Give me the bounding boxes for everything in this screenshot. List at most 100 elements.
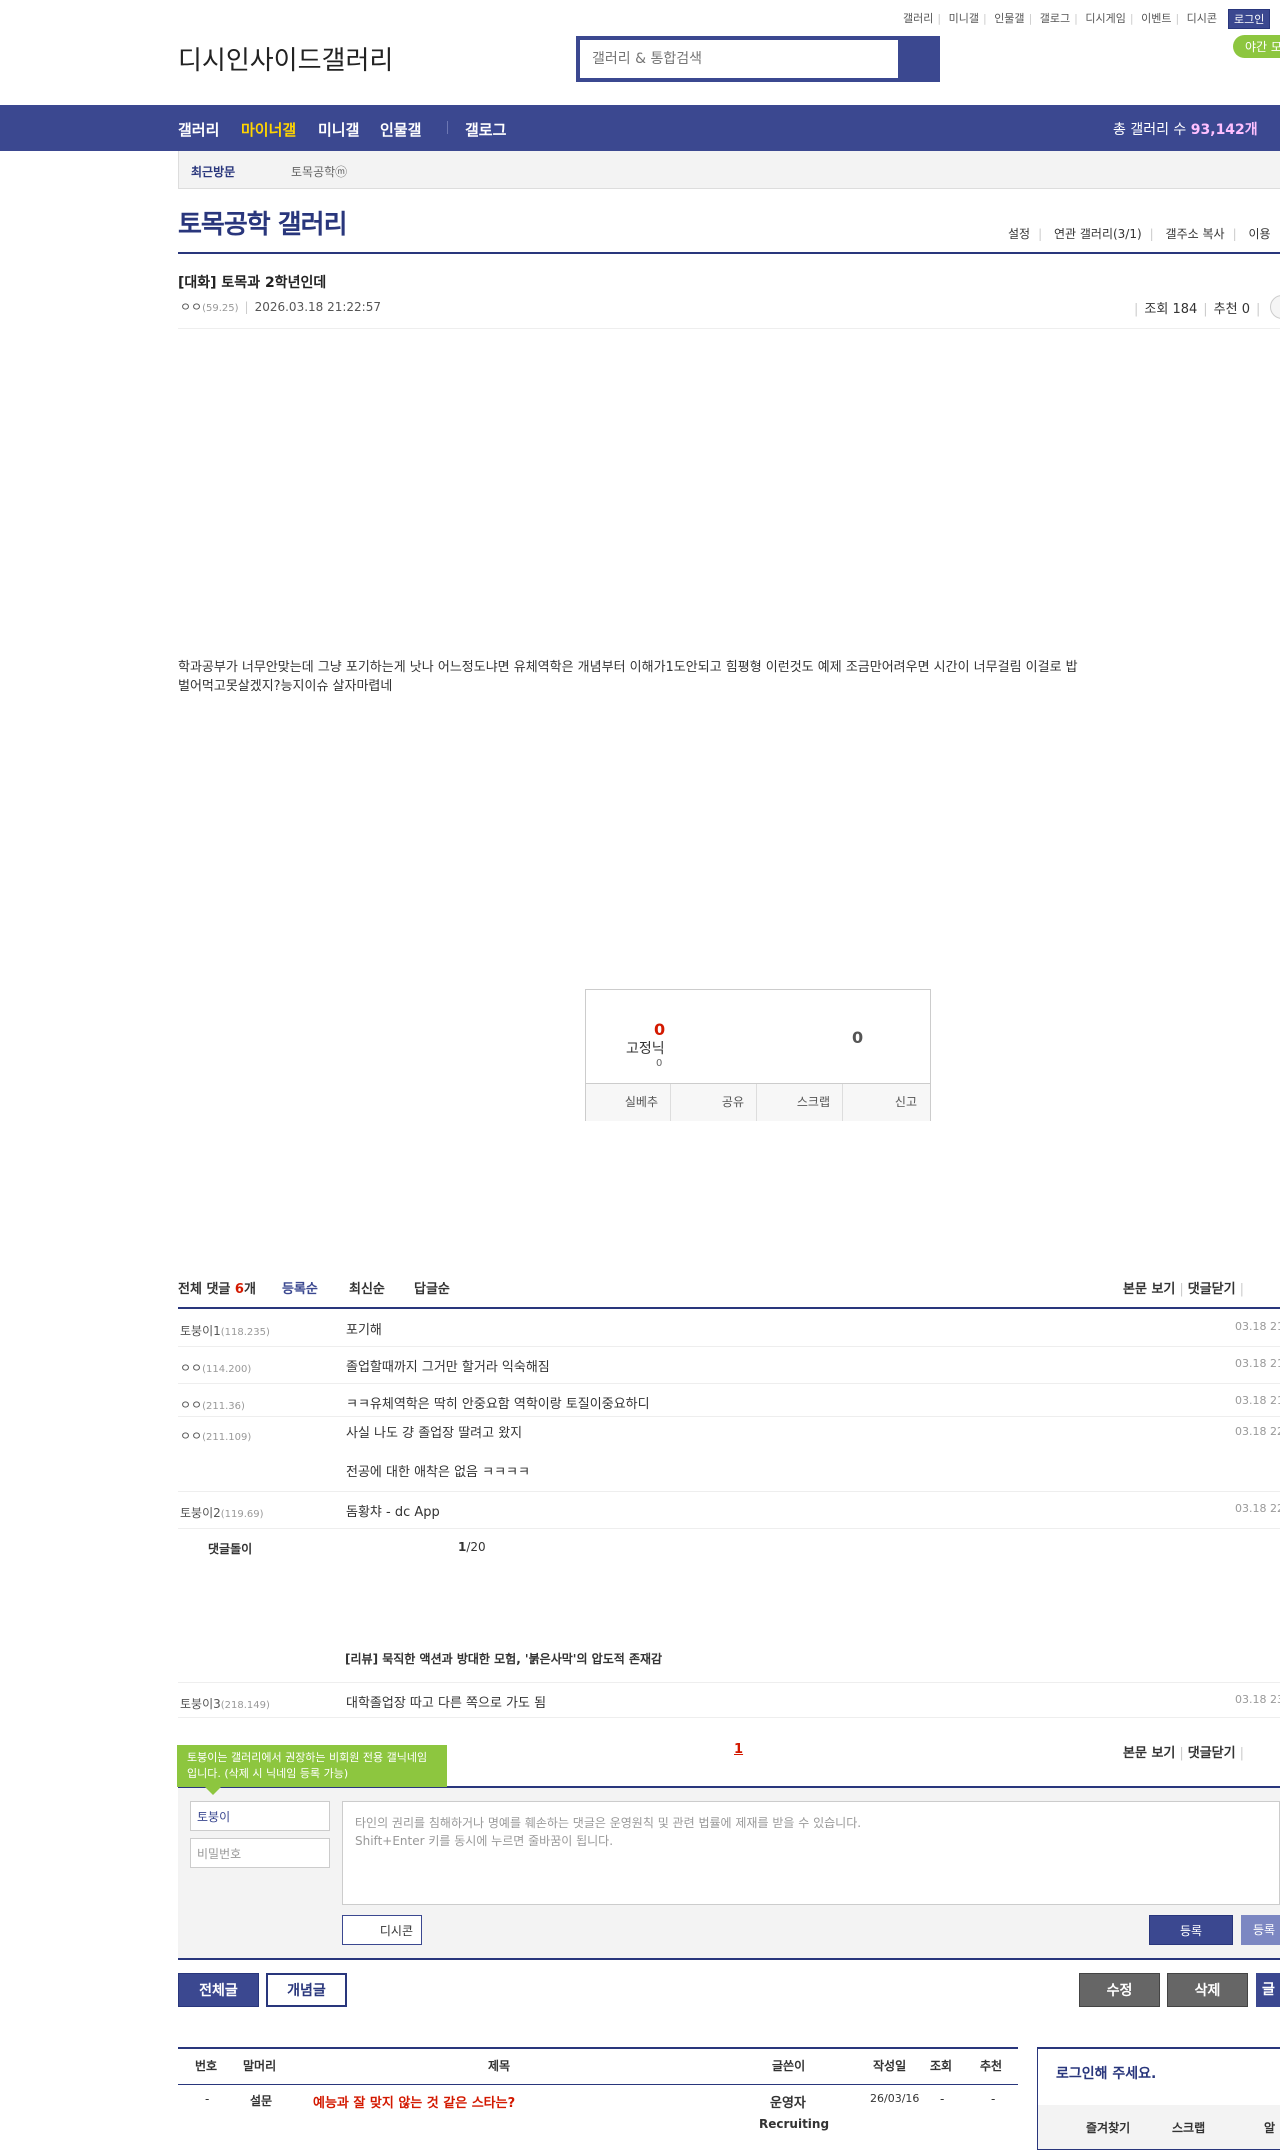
util-gallog-link[interactable]: 갤로그	[1040, 10, 1070, 26]
comment-date: 03.18 21	[1235, 1320, 1280, 1333]
col-views: 조회	[930, 2059, 953, 2073]
view-body-link[interactable]: 본문 보기	[1123, 1746, 1175, 1761]
night-mode-toggle[interactable]: 야간 모	[1233, 35, 1280, 58]
util-event-link[interactable]: 이벤트	[1141, 10, 1171, 26]
comment-nick[interactable]: ㅇㅇ(211.36)	[180, 1396, 245, 1413]
copy-address-link[interactable]: 갤주소 복사	[1166, 227, 1225, 241]
dccon-button[interactable]: 디시콘	[342, 1915, 422, 1945]
comment-header-actions: 본문 보기 | 댓글닫기 |	[1123, 1282, 1244, 1297]
divider	[178, 1958, 1280, 1960]
comment-nick[interactable]: ㅇㅇ(211.109)	[180, 1427, 251, 1444]
login-box-tabs: 즐겨찾기 스크랩 알	[1038, 2105, 1280, 2149]
sort-latest[interactable]: 최신순	[349, 1278, 385, 1297]
sort-registered[interactable]: 등록순	[282, 1278, 318, 1297]
share-button[interactable]: 공유	[672, 1084, 757, 1121]
divider	[178, 328, 1280, 329]
comment-text: 졸업할때까지 그거만 할거라 익숙해짐	[346, 1360, 550, 1375]
divider	[178, 2084, 1018, 2085]
submit-comment-button[interactable]: 등록	[1149, 1915, 1233, 1945]
ad-link[interactable]: [리뷰] 묵직한 액션과 방대한 모험, '붉은사막'의 압도적 존재감	[345, 1650, 662, 1667]
comment-date: 03.18 23	[1235, 1693, 1280, 1706]
nav-minor-gallery[interactable]: 마이너갤	[241, 119, 296, 140]
gallery-menu: 설정 | 연관 갤러리(3/1) | 갤주소 복사 | 이용	[1008, 227, 1271, 241]
util-person-link[interactable]: 인물갤	[994, 10, 1024, 26]
password-field[interactable]: 비밀번호	[190, 1838, 330, 1868]
recent-visit-label: 최근방문	[191, 165, 236, 179]
col-head: 말머리	[243, 2059, 277, 2073]
row-title[interactable]: 예능과 잘 맞지 않는 것 같은 스타는?	[313, 2092, 515, 2111]
col-title: 제목	[488, 2059, 511, 2073]
comment-textarea[interactable]: 타인의 권리를 침해하거나 명예를 훼손하는 댓글은 운영원칙 및 관련 법률에…	[342, 1801, 1280, 1905]
delete-button[interactable]: 삭제	[1167, 1973, 1248, 2007]
gallery-settings-link[interactable]: 설정	[1008, 227, 1030, 241]
comment-text: 돔황챠 - dc App	[346, 1505, 440, 1520]
textarea-placeholder-line1: 타인의 권리를 침해하거나 명예를 훼손하는 댓글은 운영원칙 및 관련 법률에…	[355, 1816, 862, 1830]
post-stats: | 조회 184 | 추천 0 |	[1134, 302, 1261, 317]
post-author[interactable]: ㅇㅇ	[180, 300, 202, 314]
comment-nick[interactable]: 토붕이1(118.235)	[180, 1322, 270, 1339]
scrap-button[interactable]: 스크랩	[758, 1084, 843, 1121]
nick-tooltip: 토붕이는 갤러리에서 권장하는 비회원 전용 갤닉네임입니다. (삭제 시 닉네…	[177, 1745, 447, 1795]
comment-page-1[interactable]: 1	[734, 1742, 743, 1757]
recent-gallery-link[interactable]: 토목공학ⓜ	[291, 163, 347, 180]
row-head: 설문	[250, 2094, 273, 2108]
search-icon[interactable]	[908, 48, 930, 70]
util-dccon-link[interactable]: 디시콘	[1187, 10, 1217, 26]
comment-item: ㅇㅇ(211.109) 사실 나도 걍 졸업장 딸려고 왔지 전공에 대한 애착…	[178, 1417, 1280, 1492]
col-number: 번호	[195, 2059, 218, 2073]
report-button[interactable]: 신고	[844, 1084, 929, 1121]
nav-mini-gallery[interactable]: 미니갤	[318, 119, 359, 140]
all-posts-button[interactable]: 전체글	[178, 1973, 259, 2007]
submit-recommend-button[interactable]: 등록	[1241, 1915, 1280, 1945]
comment-nick[interactable]: ㅇㅇ(114.200)	[180, 1359, 251, 1376]
search-bar	[576, 36, 940, 82]
divider	[178, 2047, 1018, 2049]
util-gallery-link[interactable]: 갤러리	[903, 10, 933, 26]
write-button[interactable]: 글	[1256, 1973, 1280, 2007]
util-mini-link[interactable]: 미니갤	[949, 10, 979, 26]
divider	[178, 252, 1280, 254]
close-comments-link[interactable]: 댓글닫기	[1188, 1746, 1236, 1761]
textarea-placeholder-line2: Shift+Enter 키를 동시에 누르면 줄바꿈이 됩니다.	[355, 1834, 614, 1848]
view-body-link[interactable]: 본문 보기	[1123, 1282, 1175, 1297]
login-box: 로그인해 주세요. 즐겨찾기 스크랩 알	[1037, 2047, 1280, 2150]
recruit-label[interactable]: Recruiting	[759, 2117, 829, 2131]
sort-reply[interactable]: 답글순	[414, 1278, 450, 1297]
comment-item: 토붕이1(118.235) 포기해 03.18 21	[178, 1310, 1280, 1347]
recommend-box: 0 고정닉 0 0 실베추 공유 스크랩 신고	[585, 989, 931, 1121]
nav-gallery[interactable]: 갤러리	[178, 119, 219, 140]
recent-visit-bar: 최근방문 토목공학ⓜ	[178, 151, 1280, 189]
comment-nick[interactable]: 토붕이3(218.149)	[180, 1695, 270, 1712]
comment-text: 포기해	[346, 1323, 382, 1338]
post-meta: ㅇㅇ(59.25) | 2026.03.18 21:22:57	[180, 300, 381, 314]
comment-nick[interactable]: 토붕이2(119.69)	[180, 1504, 264, 1521]
comment-total-label: 전체 댓글	[178, 1282, 231, 1297]
table-row[interactable]: - 설문 예능과 잘 맞지 않는 것 같은 스타는? 운영자 26/03/16 …	[178, 2092, 1018, 2112]
nav-gallog[interactable]: 갤로그	[465, 119, 506, 140]
comment-text: 대학졸업장 따고 다른 쪽으로 가도 됨	[346, 1696, 547, 1711]
gallery-title[interactable]: 토목공학 갤러리	[178, 204, 347, 241]
edit-button[interactable]: 수정	[1079, 1973, 1160, 2007]
fixed-nick-image[interactable]: 고정닉	[626, 1038, 665, 1058]
search-input[interactable]	[590, 40, 894, 78]
login-button[interactable]: 로그인	[1228, 9, 1271, 29]
util-game-link[interactable]: 디시게임	[1085, 10, 1125, 26]
login-prompt[interactable]: 로그인해 주세요.	[1056, 2063, 1156, 2083]
row-writer[interactable]: 운영자	[770, 2092, 806, 2111]
nav-person-gallery[interactable]: 인물갤	[380, 119, 421, 140]
related-gallery-link[interactable]: 연관 갤러리(3/1)	[1054, 227, 1142, 241]
post-recommend: 추천 0	[1213, 302, 1250, 317]
comment-jump-icon[interactable]	[1270, 295, 1280, 319]
row-recommend: -	[991, 2092, 996, 2106]
close-comments-link[interactable]: 댓글닫기	[1188, 1282, 1236, 1297]
concept-posts-button[interactable]: 개념글	[266, 1973, 347, 2007]
nickname-field[interactable]: 토붕이	[190, 1801, 330, 1831]
comment-text: ㅋㅋ유체역학은 딱히 안중요함 역학이랑 토질이중요하디	[346, 1397, 650, 1412]
best-recommend-button[interactable]: 실베추	[586, 1084, 671, 1121]
list-header: 번호 말머리 제목 글쓴이 작성일 조회 추천	[178, 2057, 1018, 2077]
row-views: -	[940, 2092, 945, 2106]
site-logo[interactable]: 디시인사이드갤러리	[178, 40, 393, 77]
usage-link[interactable]: 이용	[1248, 227, 1270, 241]
nav-divider	[447, 121, 448, 134]
comment-footer-actions: 본문 보기 | 댓글닫기 |	[1123, 1746, 1244, 1761]
